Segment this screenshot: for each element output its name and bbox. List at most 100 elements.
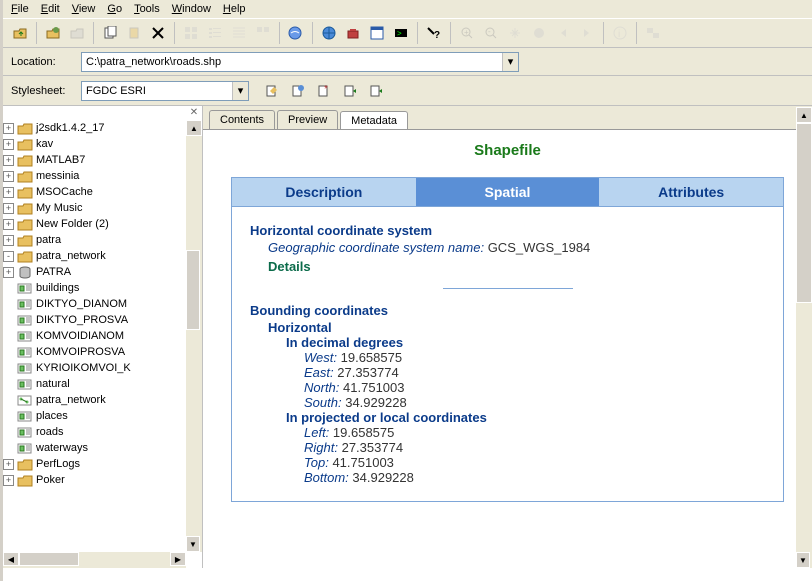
delete-icon[interactable]	[147, 22, 169, 44]
details-link[interactable]: Details	[268, 259, 765, 274]
tree-item[interactable]: KOMVOIDIANOM	[3, 328, 202, 344]
fc-icon	[17, 377, 33, 391]
scroll-thumb[interactable]	[186, 250, 200, 330]
scroll-left-icon[interactable]: ◀	[3, 552, 19, 566]
tree-vertical-scrollbar[interactable]: ▲ ▼	[186, 120, 202, 552]
tree-item[interactable]: - patra_network	[3, 248, 202, 264]
subtab-spatial[interactable]: Spatial	[416, 178, 600, 206]
menu-help[interactable]: Help	[223, 3, 246, 15]
tree-item-label: patra_network	[36, 394, 106, 406]
expand-icon[interactable]: +	[3, 155, 14, 166]
tree-item-label: patra_network	[36, 250, 106, 262]
scroll-hthumb[interactable]	[19, 552, 79, 566]
zoom-out-icon: -	[480, 22, 502, 44]
tree-item[interactable]: +My Music	[3, 200, 202, 216]
svg-text:-: -	[488, 27, 491, 36]
tree-item[interactable]: +Poker	[3, 472, 202, 488]
folder-icon	[17, 249, 33, 263]
tab-contents[interactable]: Contents	[209, 110, 275, 129]
page-vertical-scrollbar[interactable]: ▲ ▼	[796, 107, 812, 568]
expand-icon[interactable]: +	[3, 123, 14, 134]
subtab-description[interactable]: Description	[232, 178, 416, 206]
expand-icon[interactable]: +	[3, 139, 14, 150]
tree-item[interactable]: DIKTYO_DIANOM	[3, 296, 202, 312]
tree-item[interactable]: +kav	[3, 136, 202, 152]
copy-icon[interactable]	[99, 22, 121, 44]
page-scroll-down-icon[interactable]: ▼	[796, 552, 810, 568]
page-scroll-thumb[interactable]	[796, 123, 812, 303]
tree-item[interactable]: places	[3, 408, 202, 424]
menu-window[interactable]: Window	[172, 3, 211, 15]
tree-item[interactable]: patra_network	[3, 392, 202, 408]
tree-item[interactable]: +PATRA	[3, 264, 202, 280]
globe-icon[interactable]	[318, 22, 340, 44]
bc-heading: Bounding coordinates	[250, 303, 765, 318]
tree-item[interactable]: KOMVOIPROSVA	[3, 344, 202, 360]
close-tree-icon[interactable]: ✕	[188, 108, 200, 120]
location-combo[interactable]: ▾	[81, 52, 519, 72]
expand-icon[interactable]: +	[3, 187, 14, 198]
tree-item[interactable]: +PerfLogs	[3, 456, 202, 472]
command-icon[interactable]: >	[390, 22, 412, 44]
subtab-attributes[interactable]: Attributes	[599, 178, 783, 206]
stylesheet-dropdown-icon[interactable]: ▾	[232, 82, 248, 100]
menu-file[interactable]: File	[11, 3, 29, 15]
folder-icon	[17, 473, 33, 487]
expand-icon[interactable]: +	[3, 203, 14, 214]
twisty-blank	[3, 443, 14, 454]
bc-decimal: In decimal degrees	[286, 335, 765, 350]
whats-this-icon[interactable]: ?	[423, 22, 445, 44]
menu-tools[interactable]: Tools	[134, 3, 160, 15]
tree-item[interactable]: +MATLAB7	[3, 152, 202, 168]
export-metadata-icon[interactable]	[365, 80, 387, 102]
window-icon[interactable]	[366, 22, 388, 44]
location-dropdown-icon[interactable]: ▾	[502, 53, 518, 71]
scroll-down-icon[interactable]: ▼	[186, 536, 200, 552]
tree-item[interactable]: +patra	[3, 232, 202, 248]
stylesheet-input[interactable]	[82, 82, 232, 100]
tree-item[interactable]: waterways	[3, 440, 202, 456]
tab-metadata[interactable]: Metadata	[340, 111, 408, 130]
connect-folder-icon[interactable]	[42, 22, 64, 44]
large-icons-icon	[180, 22, 202, 44]
stylesheet-row: Stylesheet: ▾ *	[3, 76, 812, 106]
page-scroll-up-icon[interactable]: ▲	[796, 107, 812, 123]
up-folder-icon[interactable]	[9, 22, 31, 44]
tree-item-label: j2sdk1.4.2_17	[36, 122, 105, 134]
tab-preview[interactable]: Preview	[277, 110, 338, 129]
tree-item[interactable]: DIKTYO_PROSVA	[3, 312, 202, 328]
menu-edit[interactable]: Edit	[41, 3, 60, 15]
tree-item[interactable]: +MSOCache	[3, 184, 202, 200]
expand-icon[interactable]: +	[3, 219, 14, 230]
import-metadata-icon[interactable]	[339, 80, 361, 102]
launch-arcmap-icon[interactable]	[285, 22, 307, 44]
create-thumbnail-icon	[642, 22, 664, 44]
stylesheet-combo[interactable]: ▾	[81, 81, 249, 101]
scroll-up-icon[interactable]: ▲	[186, 120, 202, 136]
tree-item[interactable]: KYRIOIKOMVOI_K	[3, 360, 202, 376]
location-input[interactable]	[82, 53, 502, 71]
tree-item[interactable]: +messinia	[3, 168, 202, 184]
east-row: East: 27.353774	[304, 365, 765, 380]
tree-item[interactable]: natural	[3, 376, 202, 392]
expand-icon[interactable]: +	[3, 171, 14, 182]
tree-item[interactable]: + j2sdk1.4.2_17	[3, 120, 202, 136]
catalog-tree[interactable]: ✕ + j2sdk1.4.2_17 +kav+MATLAB7+messinia+MS…	[3, 106, 203, 568]
metadata-props-icon[interactable]	[287, 80, 309, 102]
menu-go[interactable]: Go	[107, 3, 122, 15]
scroll-right-icon[interactable]: ▶	[170, 552, 186, 566]
menu-view[interactable]: View	[72, 3, 96, 15]
expand-icon[interactable]: +	[3, 475, 14, 486]
expand-icon[interactable]: +	[3, 235, 14, 246]
tree-item[interactable]: buildings	[3, 280, 202, 296]
toolbox-icon[interactable]	[342, 22, 364, 44]
north-row: North: 41.751003	[304, 380, 765, 395]
collapse-icon[interactable]: -	[3, 251, 14, 262]
edit-metadata-icon[interactable]	[261, 80, 283, 102]
tree-item[interactable]: +New Folder (2)	[3, 216, 202, 232]
tree-horizontal-scrollbar[interactable]: ◀▶	[3, 552, 186, 568]
tree-item[interactable]: roads	[3, 424, 202, 440]
expand-icon[interactable]: +	[3, 267, 14, 278]
expand-icon[interactable]: +	[3, 459, 14, 470]
create-metadata-icon[interactable]: *	[313, 80, 335, 102]
